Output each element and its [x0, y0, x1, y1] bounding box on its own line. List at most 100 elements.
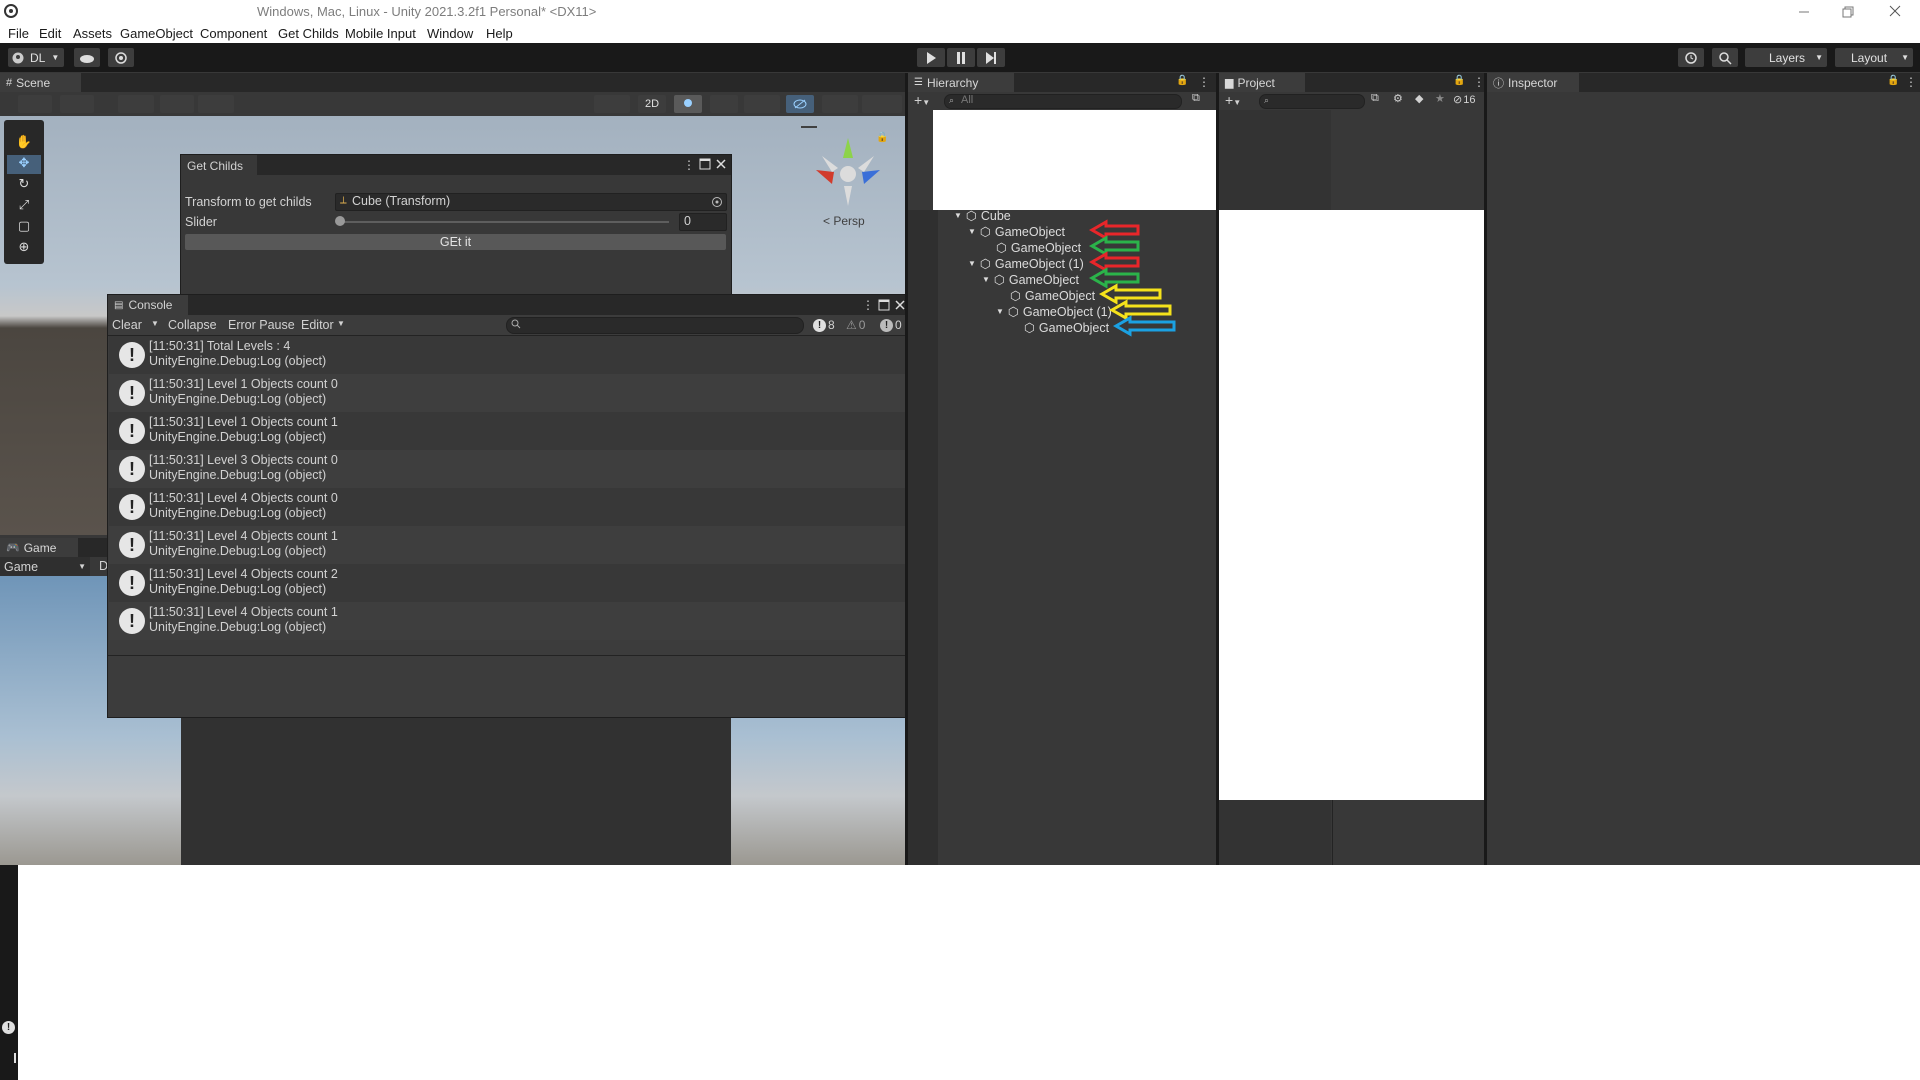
- history-icon[interactable]: [1678, 48, 1704, 67]
- persp-label[interactable]: < Persp: [823, 214, 865, 228]
- menu-edit[interactable]: Edit: [39, 26, 61, 41]
- menu-file[interactable]: File: [8, 26, 29, 41]
- collapse-button[interactable]: Collapse: [168, 318, 217, 332]
- hand-tool[interactable]: ✋: [7, 134, 41, 153]
- menu-help[interactable]: Help: [486, 26, 513, 41]
- rect-tool[interactable]: ▢: [7, 218, 41, 237]
- warning-count-toggle[interactable]: ⚠ 0: [846, 317, 865, 333]
- lock-icon[interactable]: 🔒: [1887, 75, 1899, 86]
- add-dropdown[interactable]: +▼: [914, 92, 930, 108]
- hidden-objects-icon[interactable]: [786, 95, 814, 113]
- render-mode-dropdown[interactable]: [60, 95, 94, 113]
- console-tab[interactable]: ▤ Console: [108, 295, 188, 315]
- more-icon[interactable]: ⋮: [862, 298, 874, 312]
- object-picker-icon[interactable]: [711, 196, 723, 208]
- log-count-toggle[interactable]: ! 8: [813, 317, 835, 333]
- tab-scene[interactable]: # Scene: [0, 73, 81, 92]
- restore-icon[interactable]: [1840, 4, 1856, 20]
- scale-tool[interactable]: ⤢: [7, 197, 41, 216]
- step-button[interactable]: [977, 48, 1005, 67]
- collab-icon[interactable]: [108, 48, 134, 67]
- log-entry[interactable]: ! [11:50:31] Total Levels : 4 UnityEngine…: [109, 336, 908, 374]
- info-icon: !: [119, 608, 145, 634]
- menu-assets[interactable]: Assets: [73, 26, 112, 41]
- play-button[interactable]: [917, 48, 945, 67]
- gizmos-dropdown[interactable]: [862, 95, 902, 113]
- editor-dropdown[interactable]: Editor: [301, 318, 334, 332]
- menu-window[interactable]: Window: [427, 26, 473, 41]
- menu-mobile-input[interactable]: Mobile Input: [345, 26, 416, 41]
- tab-game[interactable]: 🎮 Game: [0, 538, 78, 557]
- scene-picker-icon[interactable]: ⧉: [1192, 92, 1200, 105]
- effects-dropdown[interactable]: [744, 95, 780, 113]
- rotate-tool[interactable]: ↻: [7, 176, 41, 195]
- more-icon[interactable]: ⋮: [683, 158, 695, 172]
- grid-snap-dropdown[interactable]: [118, 95, 154, 113]
- log-entry[interactable]: ! [11:50:31] Level 4 Objects count 2 Unit…: [109, 564, 908, 602]
- log-entry[interactable]: ! [11:50:31] Level 4 Objects count 1 Unit…: [109, 526, 908, 564]
- filter-icon[interactable]: ⚙: [1393, 92, 1403, 105]
- favorite-icon[interactable]: ★: [1435, 92, 1445, 105]
- error-pause-button[interactable]: Error Pause: [228, 318, 295, 332]
- camera-dropdown[interactable]: [822, 95, 858, 113]
- draw-mode-dropdown[interactable]: [18, 95, 52, 113]
- project-search-input[interactable]: ⌕: [1259, 94, 1365, 109]
- transform-object-field[interactable]: ⟂ Cube (Transform): [335, 193, 727, 211]
- status-info-icon[interactable]: !: [2, 1021, 15, 1034]
- scene-gizmo[interactable]: [812, 136, 884, 208]
- account-dropdown[interactable]: DL ▼: [8, 48, 64, 67]
- close-icon[interactable]: [715, 158, 727, 170]
- log-entry[interactable]: ! [11:50:31] Level 1 Objects count 1 Unit…: [109, 412, 908, 450]
- tab-hierarchy[interactable]: ☰ Hierarchy: [908, 73, 1014, 92]
- clear-options-dropdown[interactable]: ▼: [151, 319, 159, 328]
- audio-toggle[interactable]: [710, 95, 738, 113]
- log-entry[interactable]: ! [11:50:31] Level 1 Objects count 0 Unit…: [109, 374, 908, 412]
- more-icon[interactable]: ⋮: [1198, 75, 1210, 89]
- log-entry[interactable]: ! [11:50:31] Level 4 Objects count 1 Unit…: [109, 602, 908, 640]
- cloud-icon[interactable]: [74, 48, 100, 67]
- search-icon[interactable]: [1712, 48, 1738, 67]
- snap-increment-dropdown[interactable]: [160, 95, 194, 113]
- lock-icon[interactable]: 🔒: [876, 132, 888, 143]
- label-icon[interactable]: ◆: [1415, 92, 1423, 105]
- menu-gameobject[interactable]: GameObject: [120, 26, 193, 41]
- log-source: UnityEngine.Debug:Log (object): [149, 506, 327, 520]
- pause-button[interactable]: [947, 48, 975, 67]
- log-entry[interactable]: ! [11:50:31] Level 4 Objects count 0 Unit…: [109, 488, 908, 526]
- transform-tool[interactable]: ⊕: [7, 239, 41, 258]
- slider-value-field[interactable]: 0: [679, 213, 727, 231]
- slider-track[interactable]: [339, 221, 669, 223]
- log-source: UnityEngine.Debug:Log (object): [149, 354, 327, 368]
- maximize-icon[interactable]: [699, 158, 711, 170]
- lock-icon[interactable]: 🔒: [1176, 75, 1188, 86]
- tab-project[interactable]: ▆ Project: [1219, 73, 1305, 92]
- create-dropdown[interactable]: +▼: [1225, 92, 1241, 108]
- tab-inspector[interactable]: ⓘ Inspector: [1487, 73, 1579, 92]
- slider-thumb[interactable]: [335, 216, 345, 226]
- log-entry[interactable]: ! [11:50:31] Level 3 Objects count 0 Unit…: [109, 450, 908, 488]
- hierarchy-search-input[interactable]: ⌕ All: [944, 94, 1182, 109]
- hidden-packages-toggle[interactable]: ⊘ 16: [1453, 93, 1475, 107]
- lighting-icon[interactable]: [674, 95, 702, 113]
- layers-dropdown[interactable]: Layers ▼: [1745, 48, 1827, 67]
- menu-get-childs[interactable]: Get Childs: [278, 26, 339, 41]
- display-dropdown[interactable]: Game ▼: [0, 557, 90, 576]
- grid-dropdown[interactable]: [198, 95, 234, 113]
- close-window-icon[interactable]: [1887, 3, 1903, 19]
- error-count-toggle[interactable]: ! 0: [880, 317, 902, 333]
- shading-dropdown[interactable]: [594, 95, 630, 113]
- search-by-type-icon[interactable]: ⧉: [1371, 92, 1379, 105]
- get-it-button[interactable]: GEt it: [185, 234, 726, 250]
- scene-tabbar: # Scene: [0, 73, 905, 92]
- overlay-handle[interactable]: [801, 126, 817, 128]
- 2d-toggle[interactable]: 2D: [638, 95, 666, 113]
- console-search-input[interactable]: [506, 317, 804, 334]
- move-tool[interactable]: ✥: [7, 155, 41, 174]
- more-icon[interactable]: ⋮: [1905, 75, 1917, 89]
- menu-component[interactable]: Component: [200, 26, 267, 41]
- layout-dropdown[interactable]: Layout ▼: [1835, 48, 1913, 67]
- clear-button[interactable]: Clear: [112, 318, 142, 332]
- minimize-icon[interactable]: [1796, 4, 1812, 20]
- maximize-icon[interactable]: [878, 299, 890, 311]
- lock-icon[interactable]: 🔒: [1453, 75, 1465, 86]
